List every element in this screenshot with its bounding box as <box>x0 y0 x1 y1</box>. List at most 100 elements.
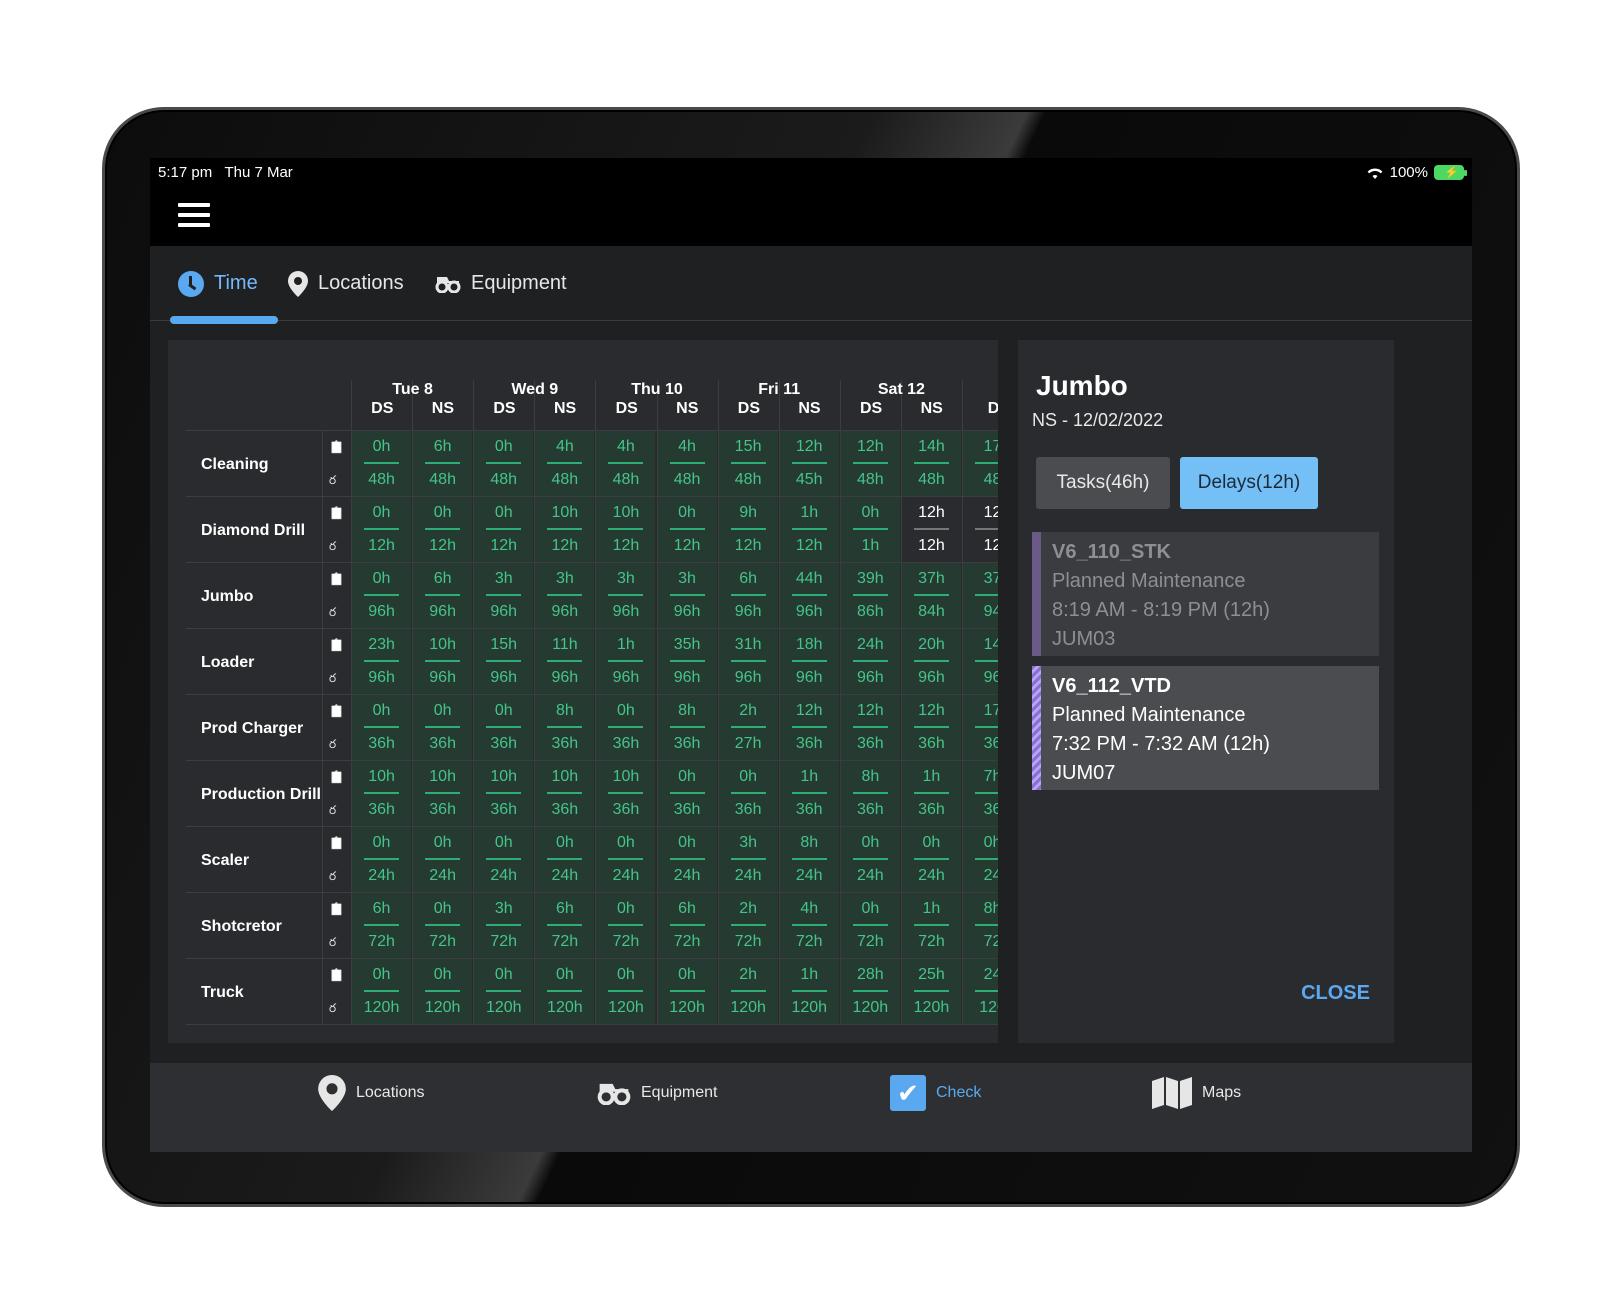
hours-cell[interactable]: 0h <box>474 827 534 860</box>
hours-cell[interactable]: 0h <box>474 959 534 992</box>
hours-cell[interactable]: 11h <box>535 629 595 662</box>
hours-cell[interactable]: 0h <box>352 431 412 464</box>
hours-cell[interactable]: 36h <box>840 728 900 761</box>
hours-cell[interactable]: 12h <box>840 695 900 728</box>
hours-cell[interactable]: 120h <box>718 992 778 1025</box>
hours-cell[interactable]: 96h <box>352 596 412 629</box>
hours-cell[interactable]: 0h <box>963 827 998 860</box>
tab-time[interactable]: Time <box>178 246 258 321</box>
hours-cell[interactable]: 3h <box>718 827 778 860</box>
hours-cell[interactable]: 0h <box>413 827 473 860</box>
hours-cell[interactable]: 1h <box>779 959 839 992</box>
hours-cell[interactable]: 48h <box>901 464 961 497</box>
hours-cell[interactable]: 12h <box>779 431 839 464</box>
hours-cell[interactable]: 0h <box>596 827 656 860</box>
hours-cell[interactable]: 96h <box>413 662 473 695</box>
hours-cell[interactable]: 96h <box>718 596 778 629</box>
hours-cell[interactable]: 15h <box>718 431 778 464</box>
bottom-nav-maps[interactable]: Maps <box>1152 1063 1241 1123</box>
hours-cell[interactable]: 72h <box>474 926 534 959</box>
hours-cell[interactable]: 0h <box>474 695 534 728</box>
hours-cell[interactable]: 10h <box>596 761 656 794</box>
hours-cell[interactable]: 24h <box>474 860 534 893</box>
hours-cell[interactable]: 36 <box>963 794 998 827</box>
hours-cell[interactable]: 37 <box>963 563 998 596</box>
hours-cell[interactable]: 24h <box>657 860 717 893</box>
hours-cell[interactable]: 24h <box>535 860 595 893</box>
hours-cell[interactable]: 1h <box>901 761 961 794</box>
hours-cell[interactable]: 96h <box>535 662 595 695</box>
hours-cell[interactable]: 12h <box>413 530 473 563</box>
hours-cell[interactable]: 44h <box>779 563 839 596</box>
hours-cell[interactable]: 24h <box>901 860 961 893</box>
hours-cell[interactable]: 72h <box>657 926 717 959</box>
hours-cell[interactable]: 6h <box>718 563 778 596</box>
hours-cell[interactable]: 0h <box>596 893 656 926</box>
hours-cell[interactable]: 3h <box>657 563 717 596</box>
hours-cell[interactable]: 48h <box>657 464 717 497</box>
close-button[interactable]: CLOSE <box>1301 982 1370 1005</box>
hours-cell[interactable]: 20h <box>901 629 961 662</box>
hours-cell[interactable]: 1h <box>596 629 656 662</box>
hours-cell[interactable]: 48h <box>535 464 595 497</box>
hours-cell[interactable]: 14h <box>901 431 961 464</box>
hours-cell[interactable]: 4h <box>657 431 717 464</box>
hours-cell[interactable]: 36h <box>352 794 412 827</box>
hours-cell[interactable]: 2h <box>718 959 778 992</box>
hours-cell[interactable]: 12 <box>963 530 998 563</box>
hours-cell[interactable]: 39h <box>840 563 900 596</box>
hours-cell[interactable]: 0h <box>352 563 412 596</box>
hours-cell[interactable]: 24h <box>779 860 839 893</box>
tab-locations[interactable]: Locations <box>288 246 404 321</box>
hours-cell[interactable]: 0h <box>657 761 717 794</box>
hours-cell[interactable]: 72h <box>352 926 412 959</box>
hours-cell[interactable]: 0h <box>413 695 473 728</box>
hours-cell[interactable]: 1h <box>779 761 839 794</box>
hours-cell[interactable]: 0h <box>413 497 473 530</box>
hours-cell[interactable]: 3h <box>474 893 534 926</box>
hours-cell[interactable]: 6h <box>535 893 595 926</box>
hours-cell[interactable]: 12h <box>718 530 778 563</box>
hours-cell[interactable]: 8h <box>840 761 900 794</box>
hours-cell[interactable]: 36h <box>413 728 473 761</box>
hours-cell[interactable]: 12h <box>901 695 961 728</box>
hours-cell[interactable]: 0h <box>840 497 900 530</box>
hours-cell[interactable]: 0h <box>840 827 900 860</box>
hours-cell[interactable]: 23h <box>352 629 412 662</box>
hours-cell[interactable]: 0h <box>596 959 656 992</box>
hours-cell[interactable]: 0h <box>718 761 778 794</box>
hours-cell[interactable]: 0h <box>657 827 717 860</box>
hours-cell[interactable]: 45h <box>779 464 839 497</box>
hours-cell[interactable]: 72h <box>901 926 961 959</box>
hours-cell[interactable]: 96h <box>474 662 534 695</box>
hours-cell[interactable]: 36h <box>779 728 839 761</box>
hours-cell[interactable]: 48h <box>840 464 900 497</box>
delays-button[interactable]: Delays(12h) <box>1180 457 1318 509</box>
hours-cell[interactable]: 12h <box>840 431 900 464</box>
hours-cell[interactable]: 96h <box>718 662 778 695</box>
hours-cell[interactable]: 36h <box>901 794 961 827</box>
hours-cell[interactable]: 48h <box>413 464 473 497</box>
hours-cell[interactable]: 36h <box>474 728 534 761</box>
hours-cell[interactable]: 96h <box>352 662 412 695</box>
hours-cell[interactable]: 36h <box>779 794 839 827</box>
hours-cell[interactable]: 0h <box>352 959 412 992</box>
hours-cell[interactable]: 96h <box>840 662 900 695</box>
hours-cell[interactable]: 120h <box>657 992 717 1025</box>
hours-cell[interactable]: 10h <box>535 497 595 530</box>
hours-cell[interactable]: 36h <box>840 794 900 827</box>
hours-cell[interactable]: 7h <box>963 761 998 794</box>
hours-cell[interactable]: 72h <box>413 926 473 959</box>
hours-cell[interactable]: 86h <box>840 596 900 629</box>
hours-cell[interactable]: 120h <box>352 992 412 1025</box>
hours-cell[interactable]: 24h <box>840 629 900 662</box>
hours-cell[interactable]: 0h <box>413 893 473 926</box>
tasks-button[interactable]: Tasks(46h) <box>1036 457 1170 509</box>
hours-cell[interactable]: 36h <box>535 794 595 827</box>
hours-cell[interactable]: 96 <box>963 662 998 695</box>
hours-cell[interactable]: 36h <box>596 728 656 761</box>
hours-cell[interactable]: 72 <box>963 926 998 959</box>
hours-cell[interactable]: 96h <box>535 596 595 629</box>
hours-cell[interactable]: 8h <box>535 695 595 728</box>
hours-cell[interactable]: 0h <box>840 893 900 926</box>
